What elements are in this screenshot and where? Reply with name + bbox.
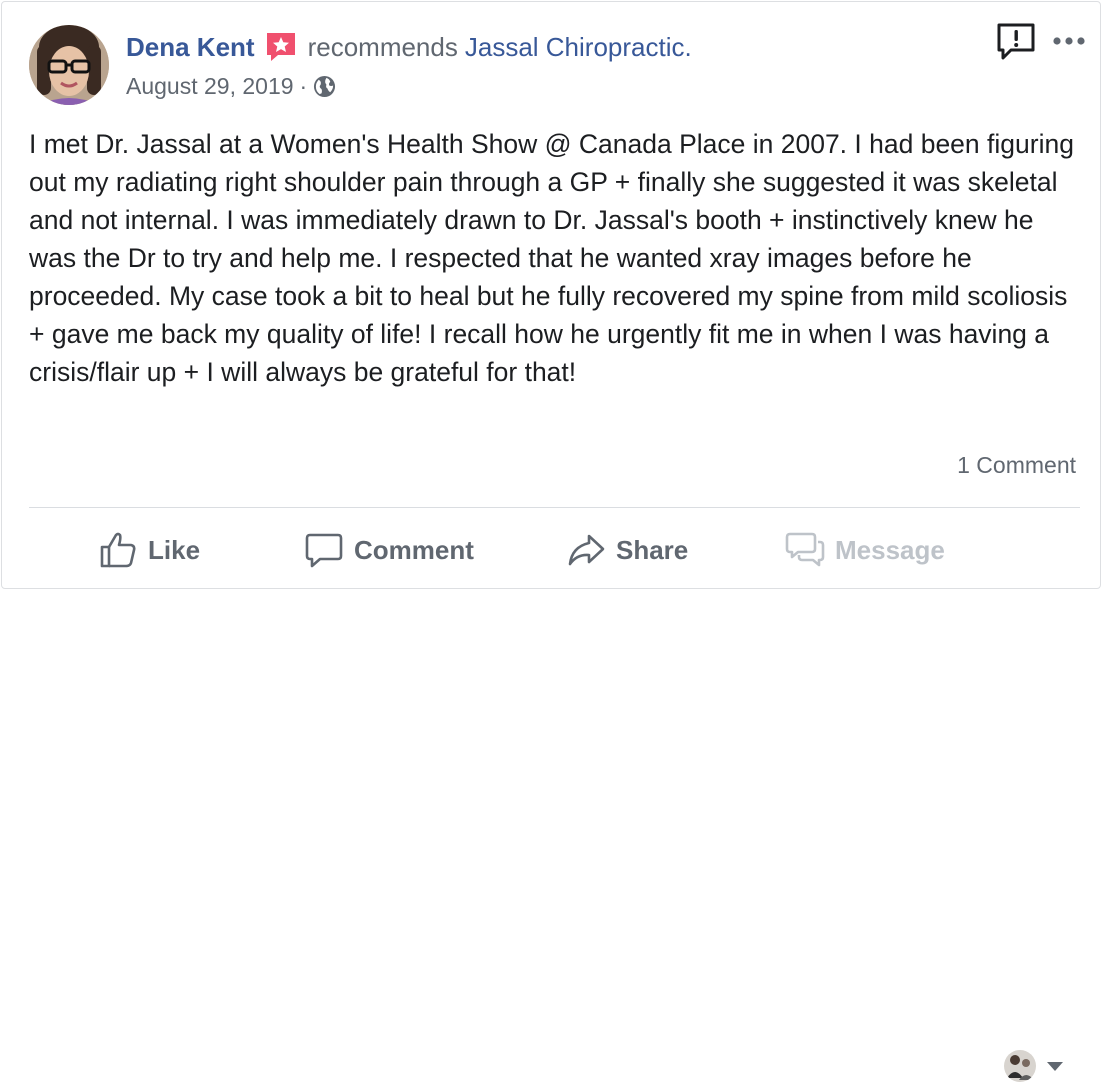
chevron-down-icon (1045, 1059, 1065, 1073)
meta-separator: · (299, 73, 308, 99)
post-body-text: I met Dr. Jassal at a Women's Health Sho… (29, 129, 1074, 387)
message-button[interactable]: Message (785, 522, 945, 578)
post-as-selector[interactable] (1004, 1050, 1065, 1082)
post-meta: August 29, 2019 · (126, 70, 336, 102)
share-arrow-icon (566, 530, 606, 570)
globe-icon[interactable] (313, 75, 336, 98)
review-post: Dena Kent recommends Jassal Chiropractic… (1, 1, 1101, 1082)
message-button-label: Message (835, 534, 945, 565)
comment-button[interactable]: Comment (304, 522, 474, 578)
page-name-link[interactable]: Jassal Chiropractic. (465, 29, 692, 65)
comment-count-link[interactable]: 1 Comment (957, 449, 1076, 481)
post-actions-bar: Like Comment Share Message (2, 522, 1100, 1082)
thumbs-up-icon (98, 530, 138, 570)
author-avatar[interactable] (29, 25, 109, 105)
author-name-link[interactable]: Dena Kent (126, 29, 255, 65)
recommends-verb: recommends (307, 32, 458, 62)
author-avatar-image (29, 25, 109, 105)
post-header-line: Dena Kent recommends Jassal Chiropractic… (126, 29, 692, 65)
share-button[interactable]: Share (566, 522, 688, 578)
comment-button-label: Comment (354, 534, 474, 565)
star-badge-icon (264, 30, 298, 64)
post-date-link[interactable]: August 29, 2019 (126, 70, 294, 102)
like-button[interactable]: Like (98, 522, 200, 578)
like-button-label: Like (148, 534, 201, 565)
actions-divider (29, 507, 1080, 508)
page-avatar (1004, 1050, 1036, 1082)
report-feedback-icon[interactable] (995, 22, 1037, 62)
more-options-icon[interactable] (1051, 29, 1087, 53)
comment-bubble-icon (304, 530, 344, 570)
message-bubbles-icon (785, 530, 825, 570)
share-button-label: Share (616, 534, 689, 565)
